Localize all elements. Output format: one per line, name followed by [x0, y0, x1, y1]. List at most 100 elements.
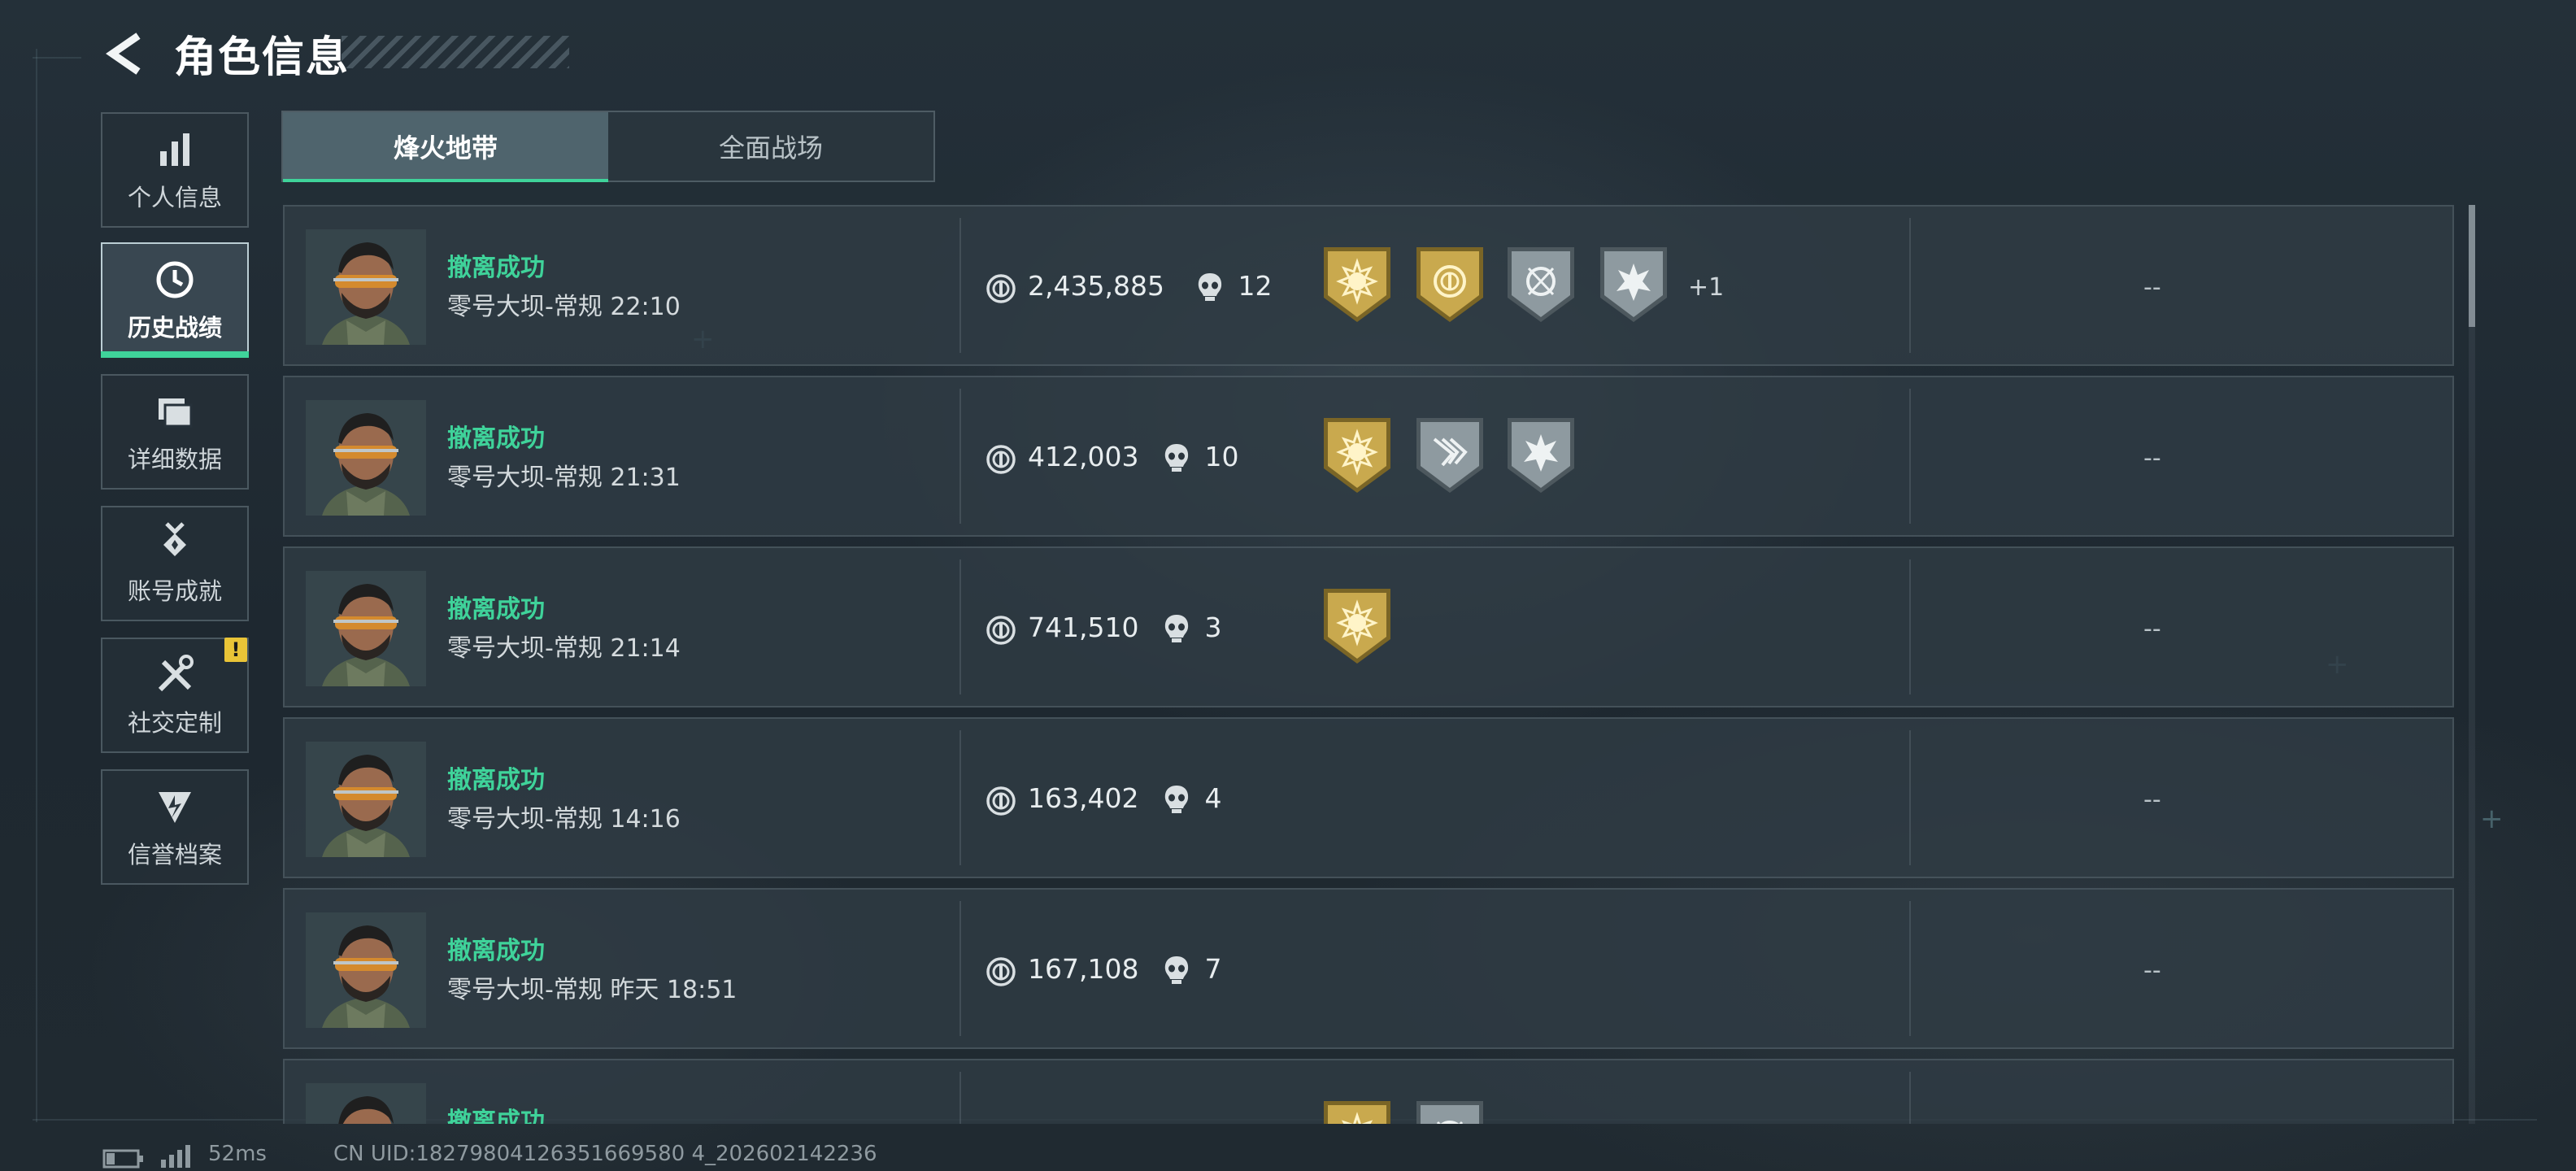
mode-tabs: 烽火地带 全面战场 — [281, 111, 935, 182]
match-info: 零号大坝-常规 昨天 18:51 — [447, 969, 737, 1005]
title-decoration — [342, 36, 569, 68]
operator-portrait — [306, 229, 426, 345]
kill-count: 7 — [1204, 953, 1222, 985]
operator-avatar — [306, 742, 426, 857]
match-row[interactable]: 撤离成功 零号大坝-常规 昨天 18:51 167,108 7 -- — [283, 888, 2454, 1049]
match-history-list[interactable]: 撤离成功 零号大坝-常规 22:10 2,435,885 12 +1 -- 撤离成功… — [283, 205, 2454, 1124]
silver-crosshair-badge-icon[interactable] — [1504, 244, 1577, 325]
folder-icon — [159, 398, 193, 428]
operator-avatar — [306, 912, 426, 1028]
sidebar-item-label: 社交定制 — [127, 709, 222, 737]
gold-sun-badge-icon[interactable] — [1321, 415, 1394, 496]
sidebar-item-label: 信誉档案 — [127, 841, 222, 868]
medal-icon — [163, 522, 186, 556]
extraction-status: 撤离成功 — [447, 424, 545, 453]
operator-avatar — [306, 400, 426, 516]
extraction-status: 撤离成功 — [447, 254, 545, 282]
extra-info: -- — [2143, 273, 2161, 302]
match-row[interactable]: 撤离成功 零号大坝-常规 22:10 2,435,885 12 +1 -- — [283, 205, 2454, 366]
coin-icon — [986, 615, 1016, 646]
column-divider — [1909, 218, 1911, 353]
skull-icon — [1196, 272, 1224, 303]
operator-portrait — [306, 1083, 426, 1124]
extra-info: -- — [2143, 615, 2161, 643]
match-time: 21:14 — [610, 634, 681, 663]
match-row[interactable]: 撤离成功 — [283, 1059, 2454, 1124]
extra-info: -- — [2143, 444, 2161, 472]
tab-hazard-zone[interactable]: 烽火地带 — [283, 112, 608, 182]
coin-icon — [986, 273, 1016, 304]
column-divider — [1909, 1072, 1911, 1124]
map-name: 零号大坝-常规 — [447, 293, 603, 321]
tools-icon — [158, 655, 194, 692]
column-divider — [959, 389, 961, 524]
match-info: 零号大坝-常规 21:31 — [447, 457, 681, 493]
ping-readout: 52ms — [208, 1142, 267, 1166]
active-indicator — [101, 351, 249, 358]
sidebar-item-match-history[interactable]: 历史战绩 — [101, 242, 249, 358]
column-divider — [959, 218, 961, 353]
gold-coin-badge-icon[interactable] — [1413, 244, 1486, 325]
extraction-status: 撤离成功 — [447, 937, 545, 965]
shield-icon — [159, 792, 191, 823]
silver-burst-badge-icon[interactable] — [1504, 415, 1577, 496]
sidebar-item-detailed-data[interactable]: 详细数据 — [101, 374, 249, 490]
coin-icon — [986, 956, 1016, 987]
column-divider — [959, 730, 961, 865]
silver-burst-badge-icon[interactable] — [1597, 244, 1670, 325]
column-divider — [1909, 730, 1911, 865]
haul-value: 412,003 — [1028, 441, 1139, 472]
sidebar-item-achievements[interactable]: 账号成就 — [101, 506, 249, 621]
bar-chart-icon — [160, 133, 189, 166]
alert-badge: ! — [224, 638, 247, 662]
skull-icon — [1163, 784, 1190, 815]
column-divider — [1909, 901, 1911, 1036]
extra-info: -- — [2143, 786, 2161, 814]
operator-portrait — [306, 742, 426, 857]
coin-icon — [986, 786, 1016, 816]
silver-crosshair-badge-icon[interactable] — [1413, 1098, 1486, 1124]
map-name: 零号大坝-常规 — [447, 805, 603, 834]
back-arrow-icon[interactable] — [102, 31, 148, 76]
extraction-status: 撤离成功 — [447, 1108, 545, 1124]
frame-line — [36, 49, 37, 1122]
map-name: 零号大坝-常规 — [447, 976, 603, 1004]
gold-sun-badge-icon[interactable] — [1321, 1098, 1394, 1124]
clock-icon — [156, 261, 194, 298]
sidebar-item-reputation[interactable]: 信誉档案 — [101, 769, 249, 885]
kill-count: 4 — [1204, 782, 1222, 814]
tab-all-out-warfare[interactable]: 全面战场 — [608, 112, 933, 181]
gold-sun-badge-icon[interactable] — [1321, 244, 1394, 325]
match-info: 零号大坝-常规 22:10 — [447, 286, 681, 322]
match-row[interactable]: 撤离成功 零号大坝-常规 21:31 412,003 10 -- — [283, 376, 2454, 537]
column-divider — [959, 559, 961, 694]
coin-icon — [986, 444, 1016, 475]
silver-wings-badge-icon[interactable] — [1413, 415, 1486, 496]
operator-avatar — [306, 1083, 426, 1124]
match-time: 21:31 — [610, 464, 681, 492]
map-name: 零号大坝-常规 — [447, 464, 603, 492]
extra-info: -- — [2143, 956, 2161, 985]
gold-sun-badge-icon[interactable] — [1321, 586, 1394, 667]
operator-avatar — [306, 571, 426, 686]
extraction-status: 撤离成功 — [447, 766, 545, 794]
match-time: 昨天 18:51 — [610, 976, 738, 1004]
scrollbar-track[interactable] — [2469, 205, 2475, 1124]
skull-icon — [1163, 613, 1190, 644]
match-info: 零号大坝-常规 21:14 — [447, 628, 681, 664]
sidebar-item-label: 个人信息 — [127, 184, 222, 211]
haul-value: 741,510 — [1028, 612, 1139, 643]
more-badges-count[interactable]: +1 — [1688, 273, 1724, 302]
scrollbar-thumb[interactable] — [2469, 205, 2475, 327]
page-title: 角色信息 — [174, 33, 350, 82]
operator-portrait — [306, 571, 426, 686]
skull-icon — [1163, 442, 1190, 473]
sidebar-item-personal-info[interactable]: 个人信息 — [101, 112, 249, 228]
match-row[interactable]: 撤离成功 零号大坝-常规 21:14 741,510 3 -- — [283, 546, 2454, 707]
match-row[interactable]: 撤离成功 零号大坝-常规 14:16 163,402 4 -- — [283, 717, 2454, 878]
match-time: 14:16 — [610, 805, 681, 834]
signal-icon — [161, 1145, 190, 1168]
match-info: 零号大坝-常规 14:16 — [447, 799, 681, 834]
column-divider — [959, 901, 961, 1036]
sidebar-item-label: 历史战绩 — [127, 314, 222, 342]
